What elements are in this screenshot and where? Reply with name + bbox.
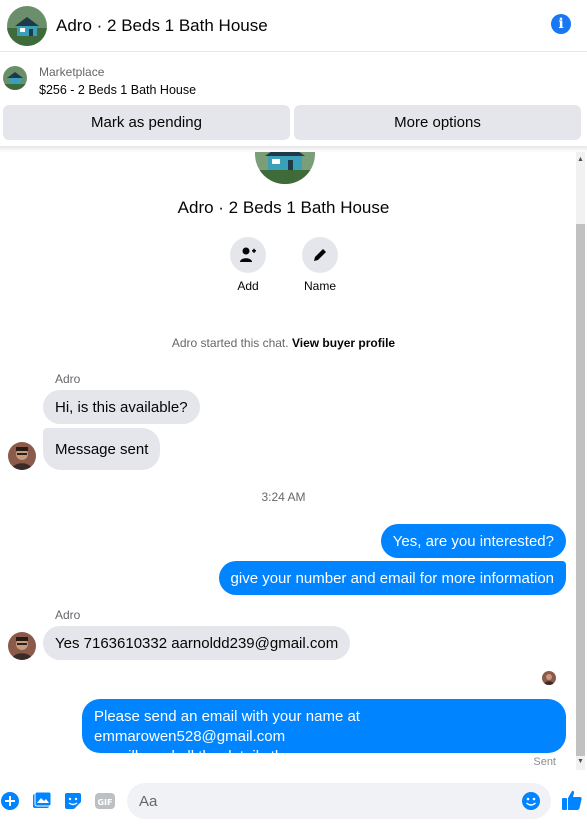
message-composer: GIF Aa [0, 778, 587, 825]
add-person-icon [240, 247, 256, 262]
sent-status: Sent [533, 756, 556, 768]
more-options-button[interactable]: More options [294, 105, 581, 140]
thumbs-up-icon[interactable] [561, 789, 583, 811]
add-label: Add [237, 279, 259, 293]
message-scrollbar[interactable]: ▲ ▼ [574, 152, 585, 770]
outgoing-message[interactable]: give your number and email for more info… [218, 561, 566, 595]
image-icon[interactable] [32, 791, 52, 811]
outgoing-message-line: we will send all the details there... [94, 748, 318, 765]
outgoing-message[interactable]: Please send an email with your name at e… [82, 699, 566, 765]
listing-price-title: $256 - 2 Beds 1 Bath House [39, 83, 197, 97]
view-buyer-profile-link[interactable]: View buyer profile [292, 336, 395, 350]
sender-name: Adro [55, 372, 81, 386]
incoming-message[interactable]: Yes 7163610332 aarnoldd239@gmail.com [43, 626, 351, 660]
listing-thumbnail [3, 66, 27, 90]
mark-as-pending-button[interactable]: Mark as pending [3, 105, 290, 140]
chat-title: Adro · 2 Beds 1 Bath House [56, 15, 268, 35]
chat-started-text: Adro started this chat. [171, 336, 289, 350]
name-button[interactable] [302, 237, 338, 273]
sticker-icon[interactable] [63, 791, 83, 811]
scroll-down-arrow[interactable]: ▼ [577, 758, 584, 765]
conversation-title: Adro · 2 Beds 1 Bath House [177, 198, 390, 217]
message-timestamp: 3:24 AM [261, 490, 306, 504]
scroll-up-arrow[interactable]: ▲ [577, 156, 584, 163]
buyer-avatar[interactable] [8, 442, 36, 470]
outgoing-message-line: Please send an email with your name at e… [94, 708, 360, 745]
conversation-avatar [255, 152, 315, 184]
listing-avatar[interactable] [7, 5, 47, 46]
add-person-button[interactable] [230, 237, 266, 273]
pencil-icon [314, 249, 326, 261]
gif-icon[interactable]: GIF [95, 791, 115, 811]
sender-name: Adro [55, 608, 81, 622]
message-list[interactable]: Adro · 2 Beds 1 Bath House Add Name Adro… [0, 152, 587, 772]
info-icon[interactable]: i [551, 14, 571, 34]
plus-icon[interactable] [0, 791, 20, 811]
chat-started-notice: Adro started this chat. View buyer profi… [0, 336, 567, 350]
incoming-message[interactable]: Message sent [43, 428, 161, 470]
chat-header: Adro · 2 Beds 1 Bath House i [0, 0, 587, 52]
message-input[interactable]: Aa [127, 783, 551, 819]
message-input-placeholder: Aa [139, 793, 158, 810]
seen-indicator-avatar [542, 671, 556, 685]
listing-actions: Mark as pending More options [3, 105, 581, 140]
emoji-icon[interactable] [521, 791, 541, 811]
svg-text:GIF: GIF [97, 798, 112, 807]
incoming-message[interactable]: Hi, is this available? [43, 390, 200, 424]
outgoing-message[interactable]: Yes, are you interested? [380, 524, 566, 558]
buyer-avatar[interactable] [8, 632, 36, 660]
scrollbar-thumb[interactable] [576, 224, 585, 756]
marketplace-listing[interactable]: Marketplace $256 - 2 Beds 1 Bath House [0, 56, 587, 102]
marketplace-label: Marketplace [39, 65, 105, 79]
name-label: Name [303, 279, 336, 293]
